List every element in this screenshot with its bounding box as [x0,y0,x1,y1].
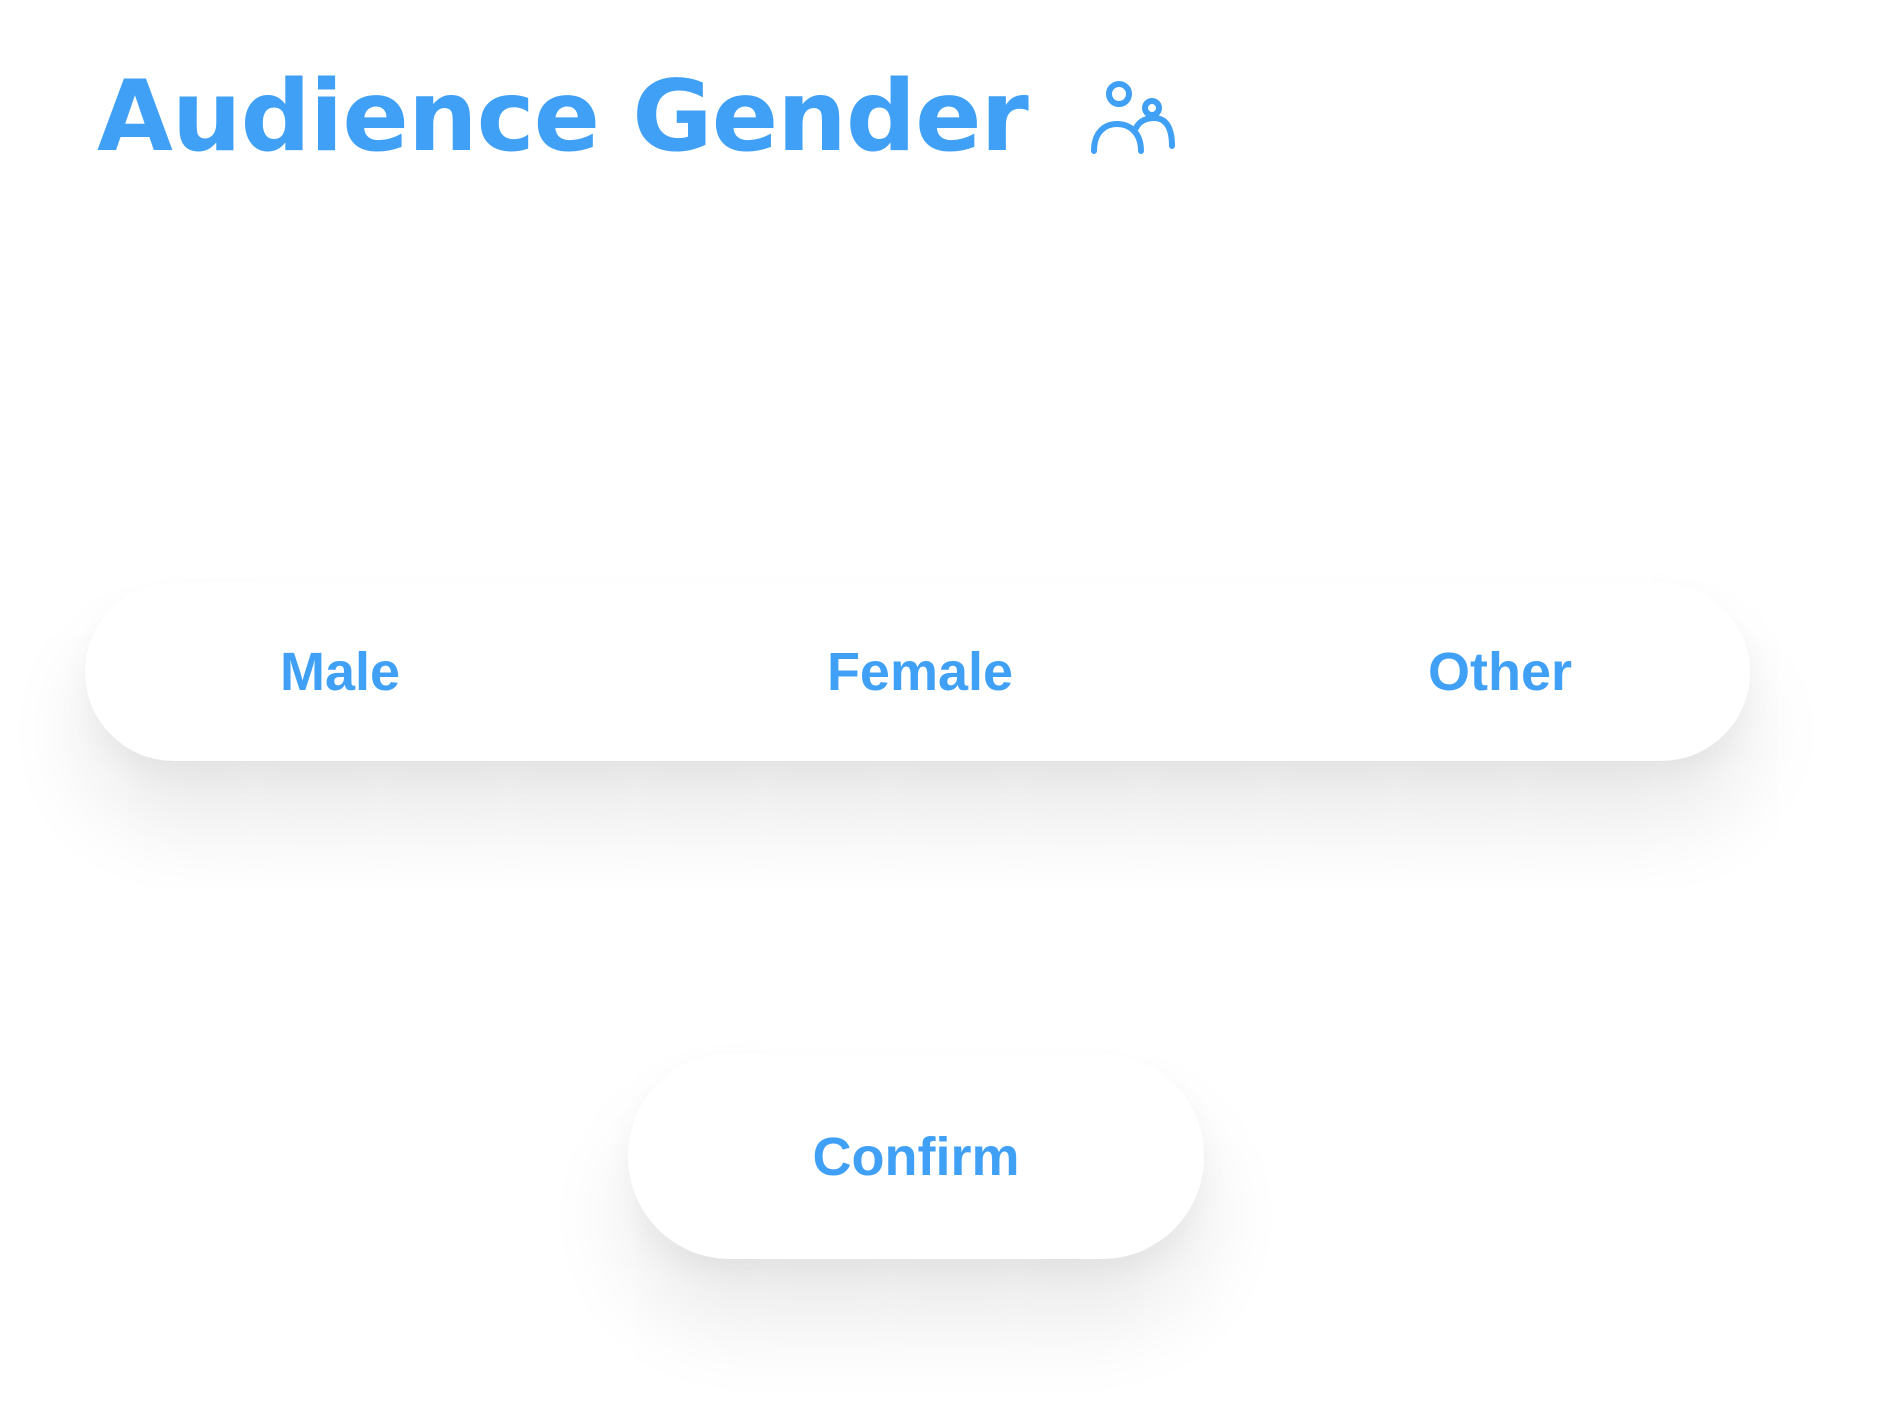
confirm-button[interactable]: Confirm [628,1054,1204,1259]
gender-option-male[interactable]: Male [215,583,465,761]
gender-option-female[interactable]: Female [770,583,1070,761]
gender-selector: Male Female Other [85,583,1750,761]
users-icon [1088,73,1176,161]
page-title: Audience Gender [97,60,1029,174]
header: Audience Gender [97,68,1176,166]
gender-option-other[interactable]: Other [1375,583,1625,761]
